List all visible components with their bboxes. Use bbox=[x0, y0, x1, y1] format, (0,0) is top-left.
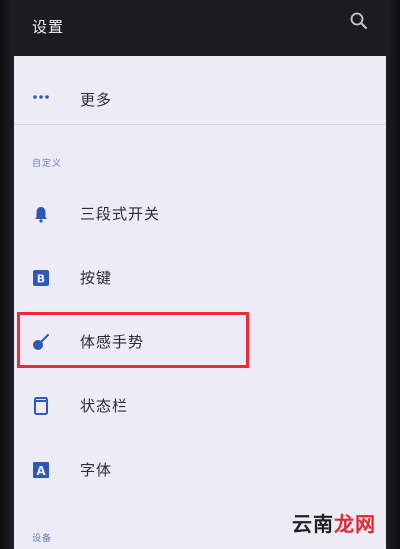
phone-bezel-right bbox=[386, 0, 400, 549]
font-a-icon: A bbox=[33, 462, 49, 478]
settings-item-label: 字体 bbox=[80, 461, 113, 479]
watermark: 云南龙网 bbox=[292, 508, 376, 537]
settings-item-more[interactable]: 更多 bbox=[14, 56, 386, 124]
settings-item-status-bar[interactable]: 状态栏 bbox=[14, 374, 386, 438]
search-button[interactable] bbox=[348, 10, 370, 32]
settings-item-font[interactable]: A 字体 bbox=[14, 438, 386, 502]
divider bbox=[14, 124, 386, 125]
page-title: 设置 bbox=[32, 18, 65, 36]
phone-outline-icon bbox=[34, 397, 48, 415]
settings-item-label: 三段式开关 bbox=[80, 205, 161, 223]
svg-text:B: B bbox=[37, 273, 45, 286]
settings-list: 更多 自定义 三段式开关 B 按键 体感手势 状态栏 A 字体 设备 bbox=[14, 56, 386, 549]
b-key-icon: B bbox=[33, 270, 49, 286]
bell-icon bbox=[35, 207, 47, 223]
watermark-part2: 龙网 bbox=[334, 512, 376, 536]
settings-item-label: 状态栏 bbox=[80, 397, 129, 415]
phone-bezel-left bbox=[0, 0, 14, 549]
settings-item-label: 更多 bbox=[80, 91, 113, 109]
settings-item-label: 按键 bbox=[80, 269, 113, 287]
settings-item-buttons[interactable]: B 按键 bbox=[14, 246, 386, 310]
section-header-device: 设备 bbox=[32, 534, 53, 544]
more-dots-icon bbox=[33, 95, 49, 99]
search-icon bbox=[350, 12, 367, 29]
watermark-part1: 云南 bbox=[292, 512, 334, 536]
section-header-custom: 自定义 bbox=[32, 159, 63, 169]
settings-item-three-stage-switch[interactable]: 三段式开关 bbox=[14, 182, 386, 246]
highlight-annotation-box bbox=[17, 312, 249, 368]
svg-text:A: A bbox=[36, 464, 46, 478]
app-header: 设置 bbox=[14, 0, 386, 56]
